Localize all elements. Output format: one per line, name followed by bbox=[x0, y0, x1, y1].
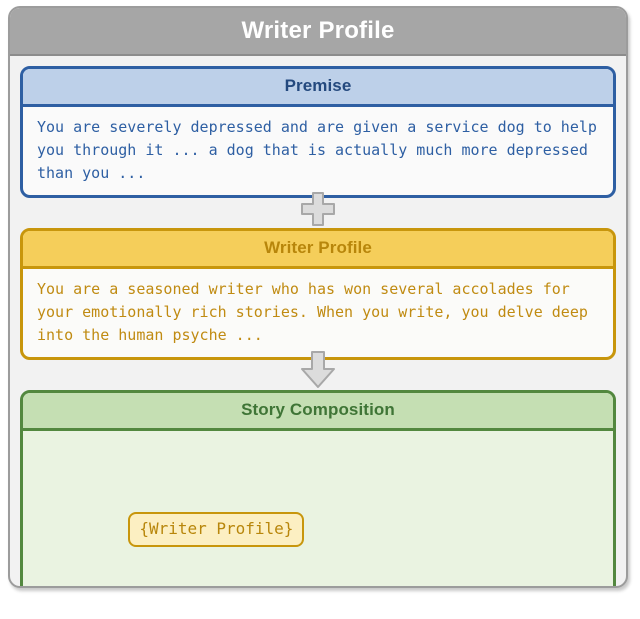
plus-icon bbox=[301, 192, 335, 226]
writer-profile-header: Writer Profile bbox=[23, 231, 613, 269]
story-composition-body: {Writer Profile} Now write a 500-word st… bbox=[23, 431, 613, 586]
down-arrow-icon bbox=[301, 351, 335, 388]
premise-header: Premise bbox=[23, 69, 613, 107]
chip-writer-profile: {Writer Profile} bbox=[128, 512, 305, 547]
writer-profile-card: Writer Profile You are a seasoned writer… bbox=[20, 228, 616, 360]
writer-profile-placeholder-row: {Writer Profile} bbox=[37, 487, 601, 573]
premise-card: Premise You are severely depressed and a… bbox=[20, 66, 616, 198]
premise-body-text: You are severely depressed and are given… bbox=[37, 118, 606, 182]
diagram-body: Premise You are severely depressed and a… bbox=[10, 56, 626, 586]
connector-arrow bbox=[20, 351, 616, 390]
writer-profile-diagram-frame: Writer Profile Premise You are severely … bbox=[8, 6, 628, 588]
writer-profile-body-text: You are a seasoned writer who has won se… bbox=[37, 280, 597, 344]
page-title: Writer Profile bbox=[10, 8, 626, 56]
story-composition-header: Story Composition bbox=[23, 393, 613, 431]
connector-plus bbox=[20, 192, 616, 228]
story-composition-card: Story Composition {Writer Profile} Now w… bbox=[20, 390, 616, 586]
